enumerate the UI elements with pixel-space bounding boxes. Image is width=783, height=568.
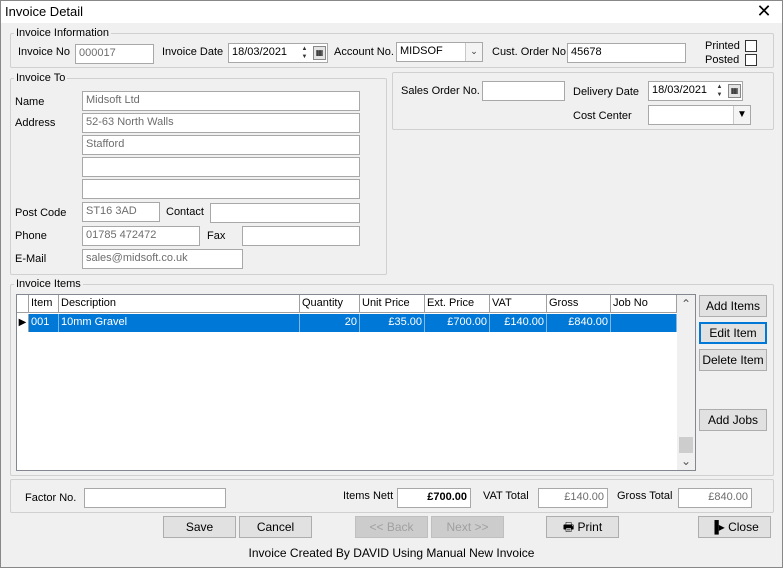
account-no-select[interactable]: MIDSOF ⌄: [396, 42, 483, 62]
invoice-to-legend: Invoice To: [14, 72, 68, 84]
gross-total-value: £840.00: [678, 488, 752, 508]
col-job-no[interactable]: Job No: [611, 295, 677, 313]
print-label: Print: [577, 520, 603, 534]
cost-center-select[interactable]: ▼: [648, 105, 751, 125]
invoice-no-label: Invoice No: [18, 46, 70, 58]
close-icon[interactable]: ✕: [753, 1, 775, 23]
cost-center-label: Cost Center: [573, 110, 632, 122]
name-label: Name: [15, 96, 45, 108]
vat-total-label: VAT Total: [483, 490, 529, 502]
printed-label: Printed: [705, 40, 740, 52]
invoice-items-legend: Invoice Items: [14, 278, 83, 290]
cancel-button[interactable]: Cancel: [239, 516, 312, 538]
scrollbar-thumb[interactable]: [679, 437, 693, 453]
post-code-field[interactable]: ST16 3AD: [82, 202, 160, 222]
status-bar: Invoice Created By DAVID Using Manual Ne…: [248, 546, 535, 560]
invoice-date-spinner[interactable]: ▲ ▼: [299, 45, 310, 62]
fax-label: Fax: [207, 230, 226, 242]
col-description[interactable]: Description: [59, 295, 300, 313]
invoice-no-field[interactable]: 000017: [75, 44, 154, 64]
name-field[interactable]: Midsoft Ltd: [82, 91, 360, 111]
address-line-3-field[interactable]: [82, 157, 360, 177]
email-field[interactable]: sales@midsoft.co.uk: [82, 249, 243, 269]
phone-field[interactable]: 01785 472472: [82, 226, 200, 246]
cell-item: 001: [29, 314, 59, 332]
cell-quantity: 20: [300, 314, 360, 332]
printed-checkbox[interactable]: [745, 40, 757, 52]
address-line-1-field[interactable]: 52-63 North Walls: [82, 113, 360, 133]
cell-unit-price: £35.00: [360, 314, 425, 332]
edit-item-button[interactable]: Edit Item: [699, 322, 767, 344]
col-vat[interactable]: VAT: [490, 295, 547, 313]
row-pointer-icon: ▶: [17, 314, 29, 332]
cell-gross: £840.00: [547, 314, 611, 332]
phone-label: Phone: [15, 230, 47, 242]
posted-checkbox[interactable]: [745, 54, 757, 66]
address-label: Address: [15, 117, 56, 129]
col-unit-price[interactable]: Unit Price: [360, 295, 425, 313]
next-button[interactable]: Next >>: [431, 516, 504, 538]
delivery-date-label: Delivery Date: [573, 86, 640, 98]
invoice-date-value: 18/03/2021: [232, 46, 288, 58]
col-quantity[interactable]: Quantity: [300, 295, 360, 313]
invoice-date-field[interactable]: 18/03/2021 ▲ ▼ ▦: [228, 43, 328, 63]
col-item[interactable]: Item: [29, 295, 59, 313]
print-button[interactable]: 🖶 Print: [546, 516, 619, 538]
factor-no-field[interactable]: [84, 488, 226, 508]
chevron-down-icon[interactable]: ⌄: [677, 452, 695, 470]
contact-label: Contact: [166, 206, 204, 218]
factor-no-label: Factor No.: [25, 492, 77, 504]
chevron-down-icon[interactable]: ▼: [733, 106, 750, 124]
save-button[interactable]: Save: [163, 516, 236, 538]
invoice-detail-window: Invoice Detail ✕ Invoice Information Inv…: [0, 0, 783, 568]
email-label: E-Mail: [15, 253, 47, 265]
invoice-date-label: Invoice Date: [162, 46, 224, 58]
fax-field[interactable]: [242, 226, 360, 246]
add-jobs-button[interactable]: Add Jobs: [699, 409, 767, 431]
printer-icon: 🖶: [562, 520, 575, 534]
close-button[interactable]: ▐▸ Close: [698, 516, 771, 538]
chevron-up-icon[interactable]: ⌃: [677, 295, 695, 313]
calendar-icon[interactable]: ▦: [313, 46, 326, 60]
delivery-date-spinner[interactable]: ▲ ▼: [714, 83, 725, 100]
invoice-items-grid: Item Description Quantity Unit Price Ext…: [16, 294, 696, 471]
address-line-4-field[interactable]: [82, 179, 360, 199]
account-no-label: Account No.: [334, 46, 394, 58]
items-nett-label: Items Nett: [343, 490, 394, 502]
account-no-value: MIDSOF: [400, 45, 443, 57]
table-row[interactable]: ▶ 001 10mm Gravel 20 £35.00 £700.00 £140…: [17, 314, 677, 332]
sales-order-no-label: Sales Order No.: [401, 85, 480, 97]
row-indicator-header: [17, 295, 29, 313]
cust-order-no-label: Cust. Order No.: [492, 46, 570, 58]
address-line-2-field[interactable]: Stafford: [82, 135, 360, 155]
chevron-down-icon[interactable]: ⌄: [465, 43, 482, 61]
add-items-button[interactable]: Add Items: [699, 295, 767, 317]
vat-total-value: £140.00: [538, 488, 608, 508]
exit-door-icon: ▐▸: [710, 520, 725, 534]
posted-label: Posted: [705, 54, 740, 66]
window-title: Invoice Detail: [5, 4, 84, 19]
delete-item-button[interactable]: Delete Item: [699, 349, 767, 371]
calendar-icon[interactable]: ▦: [728, 84, 741, 98]
cell-description: 10mm Gravel: [59, 314, 300, 332]
delivery-date-value: 18/03/2021: [652, 84, 708, 96]
delivery-date-field[interactable]: 18/03/2021 ▲ ▼ ▦: [648, 81, 743, 101]
sales-order-no-field[interactable]: [482, 81, 565, 101]
col-gross[interactable]: Gross: [547, 295, 611, 313]
invoice-information-legend: Invoice Information: [14, 27, 111, 39]
post-code-label: Post Code: [15, 207, 67, 219]
title-bar: Invoice Detail ✕: [1, 1, 782, 23]
close-label: Close: [728, 520, 759, 534]
cell-vat: £140.00: [490, 314, 547, 332]
vertical-scrollbar[interactable]: ⌃ ⌄: [677, 295, 695, 470]
cell-job-no: [611, 314, 677, 332]
cell-ext-price: £700.00: [425, 314, 490, 332]
cust-order-no-field[interactable]: 45678: [567, 43, 686, 63]
gross-total-label: Gross Total: [617, 490, 673, 502]
contact-field[interactable]: [210, 203, 360, 223]
back-button[interactable]: << Back: [355, 516, 428, 538]
items-nett-value: £700.00: [397, 488, 471, 508]
col-ext-price[interactable]: Ext. Price: [425, 295, 490, 313]
